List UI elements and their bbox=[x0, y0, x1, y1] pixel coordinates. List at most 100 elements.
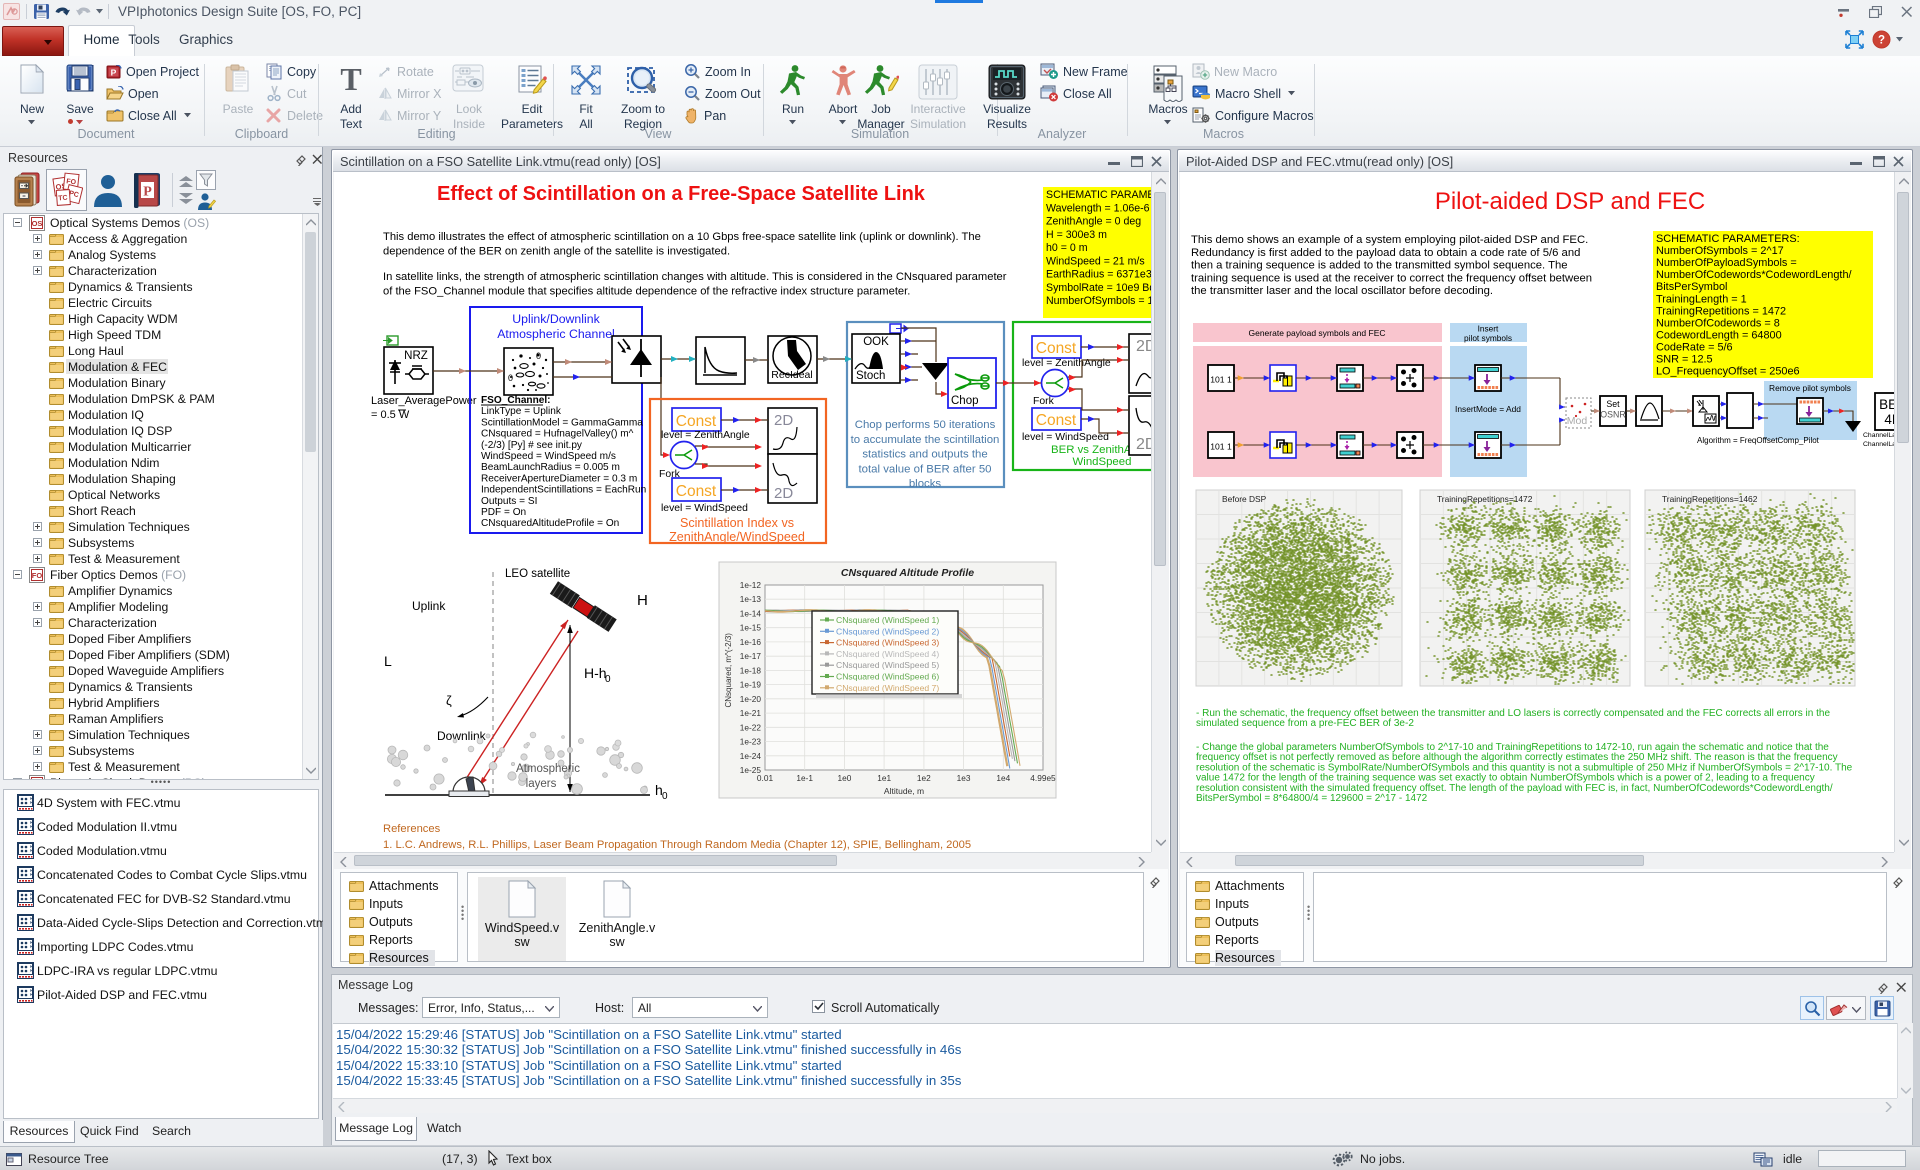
svg-text:1e-12: 1e-12 bbox=[740, 580, 762, 590]
svg-text:1e-14: 1e-14 bbox=[740, 608, 762, 618]
svg-text:1. L.C. Andrews, R.L. Phillips: 1. L.C. Andrews, R.L. Phillips, Laser Be… bbox=[383, 839, 971, 851]
svg-text:BitsPerSymbol: BitsPerSymbol bbox=[1656, 281, 1727, 293]
svg-text:OOK: OOK bbox=[863, 336, 889, 348]
svg-text:Algorithm = FreqOffsetComp_Pil: Algorithm = FreqOffsetComp_Pilot bbox=[1697, 436, 1820, 445]
svg-text:TrainingRepetitions=1462: TrainingRepetitions=1462 bbox=[1662, 494, 1758, 504]
svg-text:Const: Const bbox=[676, 413, 717, 430]
svg-text:Const: Const bbox=[1036, 412, 1077, 429]
svg-text:Set: Set bbox=[1606, 399, 1620, 409]
svg-text:Pilot-aided DSP and FEC: Pilot-aided DSP and FEC bbox=[1435, 188, 1705, 215]
svg-text:1e0: 1e0 bbox=[838, 773, 852, 783]
svg-text:blocks: blocks bbox=[909, 478, 942, 490]
svg-text:This demo shows an example of: This demo shows an example of a system e… bbox=[1191, 234, 1588, 246]
svg-text:simulated sequence from a pre-: simulated sequence from a pre-FEC BER of… bbox=[1196, 718, 1414, 729]
svg-text:2D: 2D bbox=[1136, 338, 1151, 355]
svg-text:Wavelength = 1.06e-6 m: Wavelength = 1.06e-6 m bbox=[1046, 202, 1151, 214]
svg-text:101 1: 101 1 bbox=[1210, 375, 1232, 385]
svg-text:Const: Const bbox=[676, 483, 717, 500]
svg-text:LO_FrequencyOffset = 250e6: LO_FrequencyOffset = 250e6 bbox=[1656, 366, 1800, 378]
svg-text:0: 0 bbox=[508, 373, 513, 383]
svg-text:1e-21: 1e-21 bbox=[740, 708, 762, 718]
svg-text:1e-23: 1e-23 bbox=[740, 737, 762, 747]
svg-text:statistics and outputs the: statistics and outputs the bbox=[862, 449, 987, 461]
svg-text:Altitude, m: Altitude, m bbox=[884, 786, 924, 796]
svg-text:H = 300e3 m: H = 300e3 m bbox=[1046, 229, 1107, 241]
svg-text:BER: BER bbox=[1879, 397, 1894, 412]
svg-text:SymbolRate = 10e9 Bd: SymbolRate = 10e9 Bd bbox=[1046, 282, 1151, 294]
svg-text:1e-19: 1e-19 bbox=[740, 680, 762, 690]
svg-text:total value of BER after 50: total value of BER after 50 bbox=[859, 463, 992, 475]
svg-text:OS: OS bbox=[32, 219, 43, 228]
svg-text:1e-13: 1e-13 bbox=[740, 594, 762, 604]
svg-text:Scintillation Index vs: Scintillation Index vs bbox=[680, 516, 794, 530]
svg-text:CNsquared = HufnagelValley() m: CNsquared = HufnagelValley() m^ bbox=[481, 429, 634, 440]
svg-text:Fork: Fork bbox=[1033, 396, 1055, 407]
svg-text:Generate payload symbols and F: Generate payload symbols and FEC bbox=[1248, 328, 1385, 338]
svg-text:level = WindSpeed: level = WindSpeed bbox=[661, 503, 748, 514]
svg-text:In satellite links, the streng: In satellite links, the strength of atmo… bbox=[383, 271, 1007, 283]
svg-text:4.99e5: 4.99e5 bbox=[1030, 773, 1056, 783]
svg-text:(-2/3) [Py] # see init.py: (-2/3) [Py] # see init.py bbox=[481, 440, 583, 451]
svg-text:2D: 2D bbox=[1136, 436, 1151, 453]
svg-text:WindSpeed = WindSpeed m/s: WindSpeed = WindSpeed m/s bbox=[481, 451, 616, 462]
svg-text:CodewordLength = 64800: CodewordLength = 64800 bbox=[1656, 329, 1782, 341]
svg-text:Stoch: Stoch bbox=[856, 370, 885, 382]
svg-text:Mod: Mod bbox=[1567, 415, 1588, 427]
svg-text:CNsquared (WindSpeed 7): CNsquared (WindSpeed 7) bbox=[836, 683, 939, 693]
svg-text:1e-16: 1e-16 bbox=[740, 637, 762, 647]
svg-text:of the FSO_Channel module that: of the FSO_Channel module that specifies… bbox=[383, 286, 910, 298]
svg-text:CNsquaredAltitudeProfile = On: CNsquaredAltitudeProfile = On bbox=[481, 518, 619, 529]
svg-text:?: ? bbox=[1878, 35, 1885, 47]
svg-text:CNsquared (WindSpeed 3): CNsquared (WindSpeed 3) bbox=[836, 638, 939, 648]
svg-text:Outputs = SI: Outputs = SI bbox=[481, 496, 537, 507]
svg-text:BitsPerSymbol = 8*64800/4 = 12: BitsPerSymbol = 8*64800/4 = 129600 = 2^1… bbox=[1196, 793, 1428, 804]
svg-text:Uplink: Uplink bbox=[412, 599, 446, 613]
svg-text:Atmospheric Channel: Atmospheric Channel bbox=[497, 327, 615, 341]
svg-text:WindSpeed = 21 m/s: WindSpeed = 21 m/s bbox=[1046, 255, 1145, 267]
svg-text:1e2: 1e2 bbox=[917, 773, 931, 783]
svg-text:Effect of Scintillation on a F: Effect of Scintillation on a Free-Space … bbox=[437, 183, 926, 205]
svg-text:ChannelLabelX =: ChannelLabelX = bbox=[1863, 432, 1894, 439]
svg-text:0.01: 0.01 bbox=[757, 773, 774, 783]
svg-text:ζ: ζ bbox=[446, 693, 452, 708]
svg-text:1e-24: 1e-24 bbox=[740, 751, 762, 761]
svg-text:Before DSP: Before DSP bbox=[1222, 494, 1267, 504]
svg-text:training sequence is used at t: training sequence is used at the receive… bbox=[1191, 272, 1592, 284]
svg-text:2D: 2D bbox=[774, 412, 793, 429]
svg-text:0: 0 bbox=[536, 351, 541, 361]
svg-text:OSNR: OSNR bbox=[1600, 410, 1625, 420]
svg-text:LEO satellite: LEO satellite bbox=[505, 568, 570, 580]
svg-text:NumberOfSymbols = 128: NumberOfSymbols = 128 bbox=[1046, 295, 1151, 307]
svg-text:0: 0 bbox=[662, 791, 668, 802]
svg-text:ZenithAngle = 0 deg: ZenithAngle = 0 deg bbox=[1046, 216, 1141, 228]
svg-text:Redundancy is first added to t: Redundancy is first added to the payload… bbox=[1191, 247, 1580, 259]
svg-text:Uplink/Downlink: Uplink/Downlink bbox=[512, 312, 600, 326]
svg-text:FO: FO bbox=[32, 571, 43, 580]
svg-text:NumberOfPayloadSymbols =: NumberOfPayloadSymbols = bbox=[1656, 257, 1797, 269]
svg-text:T: T bbox=[340, 64, 361, 94]
svg-text:Atmospheric: Atmospheric bbox=[516, 763, 580, 775]
svg-text:FSO_Channel:: FSO_Channel: bbox=[481, 395, 551, 406]
svg-text:h0 = 0 m: h0 = 0 m bbox=[1046, 242, 1088, 254]
svg-text:Chop: Chop bbox=[951, 395, 979, 407]
svg-text:0: 0 bbox=[605, 674, 611, 685]
svg-text:1e-20: 1e-20 bbox=[740, 694, 762, 704]
svg-text:H: H bbox=[637, 592, 648, 609]
svg-text:ScintillationModel = GammaGamm: ScintillationModel = GammaGamma bbox=[481, 417, 643, 428]
svg-text:CNsquared (WindSpeed 2): CNsquared (WindSpeed 2) bbox=[836, 626, 939, 636]
svg-text:Const: Const bbox=[1036, 340, 1077, 357]
svg-text:SCHEMATIC PARAMETE: SCHEMATIC PARAMETE bbox=[1046, 189, 1151, 201]
svg-text:TrainingLength = 1: TrainingLength = 1 bbox=[1656, 293, 1747, 305]
svg-text:SCHEMATIC PARAMETERS:: SCHEMATIC PARAMETERS: bbox=[1656, 233, 1800, 245]
svg-text:TrainingRepetitions=1472: TrainingRepetitions=1472 bbox=[1437, 494, 1533, 504]
svg-text:CNsquared Altitude Profile: CNsquared Altitude Profile bbox=[841, 567, 974, 579]
svg-text:ReceiverApertureDiameter = 0.3: ReceiverApertureDiameter = 0.3 m bbox=[481, 473, 637, 484]
svg-text:TC: TC bbox=[58, 195, 68, 203]
svg-text:1e-22: 1e-22 bbox=[740, 722, 762, 732]
svg-text:SNR = 12.5: SNR = 12.5 bbox=[1656, 354, 1713, 366]
svg-text:1e-15: 1e-15 bbox=[740, 623, 762, 633]
svg-text:then a training sequence is ad: then a training sequence is added to the… bbox=[1191, 260, 1568, 272]
svg-text:EarthRadius = 6371e3 m: EarthRadius = 6371e3 m bbox=[1046, 269, 1151, 281]
svg-text:WindSpeed: WindSpeed bbox=[1073, 456, 1132, 468]
svg-text:level = ZenithAngle: level = ZenithAngle bbox=[661, 430, 750, 441]
